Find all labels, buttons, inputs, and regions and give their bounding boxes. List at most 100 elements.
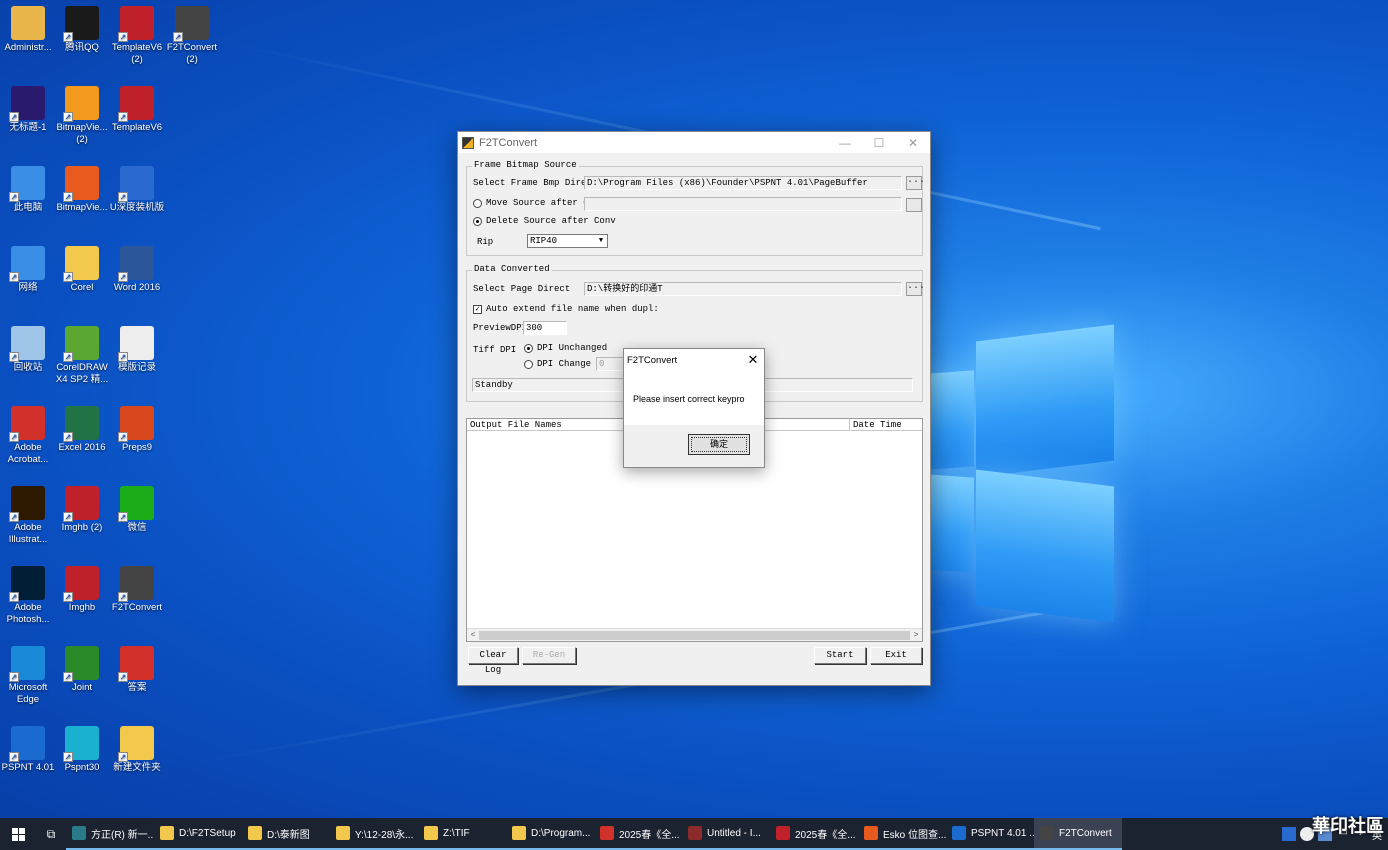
app-icon: ↗ — [118, 486, 154, 522]
window-title: F2TConvert — [479, 136, 538, 149]
horizontal-scrollbar[interactable]: < > — [467, 628, 922, 641]
taskbar-item[interactable]: D:\Program... — [506, 818, 594, 850]
desktop-icon[interactable]: Administr... — [0, 6, 56, 54]
column-date-time[interactable]: Date Time — [850, 419, 922, 431]
desktop-icon[interactable]: ↗ CorelDRAW X4 SP2 精... — [54, 326, 110, 386]
exit-button[interactable]: Exit — [870, 647, 922, 664]
start-button[interactable] — [0, 818, 36, 850]
desktop-icon[interactable]: ↗ BitmapVie... (2) — [54, 86, 110, 146]
shortcut-arrow-icon: ↗ — [9, 112, 19, 122]
dpi-change-radio[interactable]: DPI Change To — [524, 359, 607, 369]
dpi-change-input[interactable]: 0 — [596, 357, 626, 371]
scroll-thumb[interactable] — [479, 631, 910, 640]
dialog-titlebar[interactable]: F2TConvert ✕ — [624, 349, 764, 371]
taskbar-item-label: D:\Program... — [531, 827, 591, 839]
move-destination-field[interactable] — [584, 197, 902, 211]
window-titlebar[interactable]: F2TConvert — ☐ ✕ — [458, 132, 930, 153]
regen-button[interactable]: Re-Gen — [522, 647, 576, 664]
close-button[interactable]: ✕ — [896, 136, 930, 150]
desktop-icon[interactable]: ↗ 答案 — [109, 646, 165, 694]
desktop-icon[interactable]: ↗ TemplateV6 — [109, 86, 165, 134]
desktop-icon[interactable]: ↗ U深度装机版 — [109, 166, 165, 214]
maximize-button[interactable]: ☐ — [862, 136, 896, 150]
dialog-footer: 确定 — [624, 425, 764, 467]
taskbar-item[interactable]: Esko 位图查... — [858, 818, 946, 850]
app-icon: ↗ — [63, 166, 99, 202]
taskbar-item[interactable]: D:\泰新图 — [242, 818, 330, 850]
desktop-icon[interactable]: ↗ Word 2016 — [109, 246, 165, 294]
taskbar-item-label: Untitled - I... — [707, 827, 761, 839]
scroll-left-icon[interactable]: < — [467, 629, 479, 642]
taskbar-item[interactable]: D:\F2TSetup — [154, 818, 242, 850]
scroll-right-icon[interactable]: > — [910, 629, 922, 642]
taskbar-item[interactable]: Z:\TIF — [418, 818, 506, 850]
desktop-icon[interactable]: ↗ 网络 — [0, 246, 56, 294]
desktop-icon[interactable]: ↗ Joint — [54, 646, 110, 694]
auto-extend-checkbox[interactable]: ✓ Auto extend file name when dupl: — [473, 304, 659, 314]
desktop-icon[interactable]: ↗ TemplateV6 (2) — [109, 6, 165, 66]
desktop-icon[interactable]: ↗ F2TConvert — [109, 566, 165, 614]
tray-app-icon[interactable] — [1282, 827, 1296, 841]
taskbar-item[interactable]: Untitled - I... — [682, 818, 770, 850]
clear-log-button[interactable]: Clear Log — [468, 647, 518, 675]
desktop-icon[interactable]: ↗ Adobe Illustrat... — [0, 486, 56, 546]
desktop-icon[interactable]: ↗ 微信 — [109, 486, 165, 534]
app-icon: ↗ — [9, 326, 45, 362]
dpi-unchanged-radio[interactable]: DPI Unchanged — [524, 343, 607, 353]
taskbar-item[interactable]: PSPNT 4.01 ... — [946, 818, 1034, 850]
app-icon: ↗ — [118, 646, 154, 682]
ok-button[interactable]: 确定 — [688, 434, 750, 455]
desktop-icon[interactable]: ↗ 腾讯QQ — [54, 6, 110, 54]
delete-source-radio[interactable]: Delete Source after Conv — [473, 216, 616, 226]
desktop-icon-label: TemplateV6 — [111, 122, 163, 133]
desktop-icon[interactable]: ↗ Microsoft Edge — [0, 646, 56, 706]
app-icon — [462, 136, 474, 149]
desktop-icon[interactable]: ↗ Imghb (2) — [54, 486, 110, 534]
desktop-icon[interactable]: ↗ 模版记录 — [109, 326, 165, 374]
preview-dpi-input[interactable]: 300 — [523, 321, 567, 335]
desktop-icon[interactable]: ↗ 回收站 — [0, 326, 56, 374]
taskbar-app-icon — [864, 826, 878, 840]
taskbar-item[interactable]: F2TConvert — [1034, 818, 1122, 850]
taskbar-item[interactable]: Y:\12-28\永... — [330, 818, 418, 850]
shortcut-arrow-icon: ↗ — [118, 352, 128, 362]
desktop-icon-label: 新建文件夹 — [113, 762, 161, 773]
app-icon: ↗ — [118, 406, 154, 442]
browse-move-button[interactable] — [906, 198, 922, 212]
start-button[interactable]: Start — [814, 647, 866, 664]
desktop-icon[interactable]: ↗ PSPNT 4.01 — [0, 726, 56, 774]
desktop-icon-label: Adobe Acrobat... — [7, 442, 49, 465]
desktop-icon[interactable]: ↗ Preps9 — [109, 406, 165, 454]
frame-bitmap-source-group: Frame Bitmap Source Select Frame Bmp Dir… — [466, 160, 925, 256]
page-directory-field[interactable]: D:\转换好的印通T — [584, 282, 902, 296]
desktop-icon[interactable]: ↗ F2TConvert (2) — [164, 6, 220, 66]
minimize-button[interactable]: — — [828, 136, 862, 150]
desktop-icon[interactable]: ↗ 新建文件夹 — [109, 726, 165, 774]
taskbar-item[interactable]: 2025春《全... — [594, 818, 682, 850]
app-icon: ↗ — [63, 486, 99, 522]
task-view-icon[interactable]: ⧉ — [36, 827, 66, 842]
rip-select[interactable]: RIP40 ▼ — [527, 234, 608, 248]
taskbar-item[interactable]: 方正(R) 新一... — [66, 818, 154, 850]
desktop-icon-label: Adobe Illustrat... — [8, 522, 48, 545]
app-icon: ↗ — [63, 726, 99, 762]
frame-directory-field[interactable]: D:\Program Files (x86)\Founder\PSPNT 4.0… — [584, 176, 902, 190]
dialog-close-button[interactable]: ✕ — [742, 352, 764, 368]
desktop-icon[interactable]: ↗ Adobe Photosh... — [0, 566, 56, 626]
browse-frame-button[interactable]: ... — [906, 176, 925, 190]
desktop-icon[interactable]: ↗ Excel 2016 — [54, 406, 110, 454]
desktop-icon[interactable]: ↗ 无标题-1 — [0, 86, 56, 134]
shortcut-arrow-icon: ↗ — [118, 672, 128, 682]
shortcut-arrow-icon: ↗ — [63, 672, 73, 682]
taskbar-app-icon — [600, 826, 614, 840]
app-icon: ↗ — [9, 246, 45, 282]
desktop-icon[interactable]: ↗ Adobe Acrobat... — [0, 406, 56, 466]
desktop-icon[interactable]: ↗ BitmapVie... — [54, 166, 110, 214]
desktop-icon[interactable]: ↗ Corel — [54, 246, 110, 294]
desktop-icon-label: 微信 — [127, 522, 147, 533]
desktop-icon[interactable]: ↗ Pspnt30 — [54, 726, 110, 774]
browse-page-button[interactable]: ... — [906, 282, 925, 296]
desktop-icon[interactable]: ↗ Imghb — [54, 566, 110, 614]
taskbar-item[interactable]: 2025春《全... — [770, 818, 858, 850]
desktop-icon[interactable]: ↗ 此电脑 — [0, 166, 56, 214]
